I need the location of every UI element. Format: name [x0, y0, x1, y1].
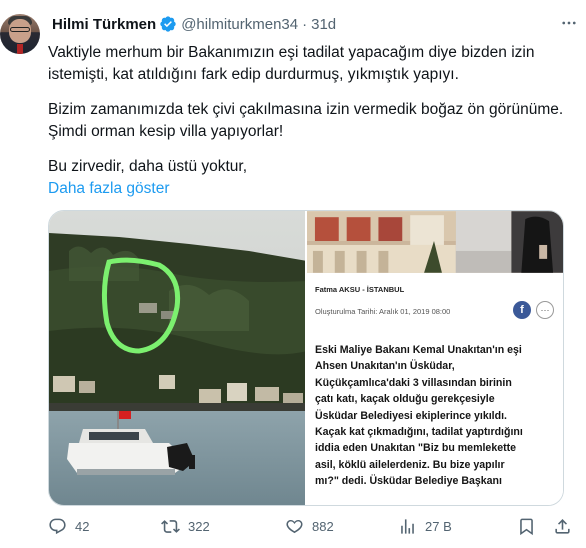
share-icon — [555, 518, 570, 534]
separator-dot: · — [302, 15, 308, 33]
tweet-text-line: Vaktiyle merhum bir Bakanımızın eşi tadi… — [48, 44, 535, 61]
views-chart-icon — [401, 518, 414, 534]
article-line: Eski Maliye Bakanı Kemal Unakıtan'ın eşi — [315, 344, 522, 356]
tweet-text-line: istemişti, kat atıldığını fark edip durd… — [48, 66, 459, 83]
article-line: mı?" dedi. Üsküdar Belediye Başkanı — [315, 475, 502, 488]
tweet-text-line: Bu zirvedir, daha üstü yoktur, — [48, 158, 248, 175]
article-line: Küçükçamlıca'daki 3 villasından birinin — [315, 376, 512, 389]
show-more-link[interactable]: Daha fazla göster — [48, 178, 578, 200]
heart-icon — [286, 519, 303, 533]
article-line: iddia eden Unakıtan "Biz bu memlekette — [315, 442, 517, 455]
tweet-text-line: Bizim zamanımızda tek çivi çakılmasına i… — [48, 101, 564, 118]
reply-count: 42 — [75, 518, 90, 534]
verified-badge-icon — [160, 16, 176, 32]
news-more-icon: ··· — [536, 301, 554, 319]
timestamp[interactable]: 31d — [311, 16, 336, 33]
tweet-text-line: Şimdi orman kesip villa yapıyorlar! — [48, 123, 284, 140]
article-line: Ahsen Unakıtan'ın Üsküdar, — [315, 360, 455, 373]
avatar[interactable] — [0, 14, 40, 54]
news-date: Oluşturulma Tarihi: Aralık 01, 2019 08:0… — [315, 307, 451, 316]
bookmark-icon — [520, 518, 533, 535]
more-horizontal-icon[interactable] — [558, 12, 580, 34]
tweet-text: Vaktiyle merhum bir Bakanımızın eşi tadi… — [48, 42, 578, 200]
article-line: Üsküdar Belediyesi ekiplerince yıkıldı. — [315, 409, 507, 422]
like-button[interactable]: 882 — [285, 515, 334, 537]
news-header-photo — [307, 211, 563, 273]
author-handle[interactable]: @hilmiturkmen34 — [181, 16, 298, 33]
like-count: 882 — [312, 518, 334, 534]
news-article-text: Eski Maliye Bakanı Kemal Unakıtan'ın eşi… — [315, 342, 560, 490]
reply-button[interactable]: 42 — [48, 515, 89, 537]
views-count: 27 B — [425, 518, 452, 534]
retweet-button[interactable]: 322 — [161, 515, 210, 537]
reply-icon — [49, 518, 66, 534]
share-button[interactable] — [553, 515, 580, 537]
retweet-icon — [161, 519, 180, 533]
bosphorus-photo[interactable] — [49, 211, 307, 505]
retweet-count: 322 — [188, 518, 210, 534]
article-line: Kaçak kat çıkmadığını, tadilat yaptırdığ… — [315, 426, 523, 439]
news-clipping[interactable]: Fatma AKSU - İSTANBUL Oluşturulma Tarihi… — [307, 211, 563, 505]
news-byline: Fatma AKSU - İSTANBUL — [315, 285, 405, 294]
views-button[interactable]: 27 B — [398, 515, 452, 537]
tweet-actions: 42 322 882 27 B — [48, 515, 584, 537]
tweet: Hilmi Türkmen @hilmiturkmen34 · 31d Vakt… — [0, 0, 586, 548]
media-grid: Fatma AKSU - İSTANBUL Oluşturulma Tarihi… — [48, 210, 564, 506]
author-name[interactable]: Hilmi Türkmen — [52, 16, 156, 33]
article-line: asil, köklü ailelerdeniz. Bu bize yapılı… — [315, 458, 505, 471]
article-line: çatı katı, kaçak olduğu gerekçesiyle — [315, 393, 495, 406]
bookmark-button[interactable] — [517, 515, 544, 537]
facebook-share-icon: f — [513, 301, 531, 319]
tweet-header: Hilmi Türkmen @hilmiturkmen34 · 31d — [52, 14, 336, 34]
